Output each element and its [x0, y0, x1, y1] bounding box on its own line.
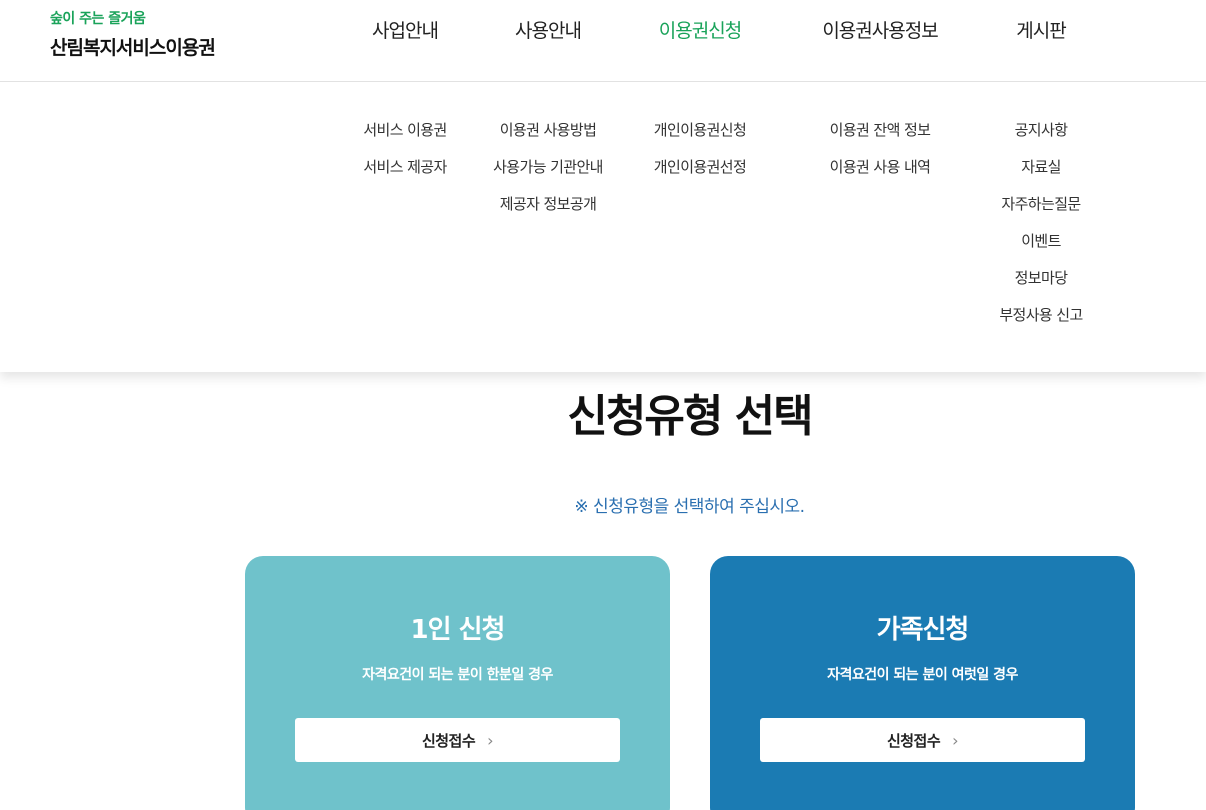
chevron-right-icon: › — [487, 730, 494, 750]
submenu-voucher-usage-info: 이용권 잔액 정보 이용권 사용 내역 — [830, 119, 931, 193]
submenu-item[interactable]: 사용가능 기관안내 — [493, 156, 603, 193]
page-notice: ※ 신청유형을 선택하여 주십시오. — [574, 497, 805, 517]
nav-business-info[interactable]: 사업안내 — [372, 16, 439, 43]
submenu-item[interactable]: 서비스 제공자 — [363, 156, 447, 193]
button-label: 신청접수 — [886, 731, 941, 750]
site-header: 숲이 주는 즐거움 산림복지서비스이용권 사업안내 사용안내 이용권신청 이용권… — [0, 0, 1206, 82]
nav-voucher-usage-info[interactable]: 이용권사용정보 — [822, 16, 938, 43]
family-apply-button[interactable]: 신청접수 › — [760, 718, 1085, 762]
submenu-item[interactable]: 이벤트 — [999, 230, 1082, 267]
submenu-voucher-apply: 개인이용권신청 개인이용권선정 — [654, 119, 747, 193]
submenu-item[interactable]: 자주하는질문 — [999, 193, 1082, 230]
submenu-item[interactable]: 부정사용 신고 — [999, 304, 1083, 341]
nav-board[interactable]: 게시판 — [1016, 16, 1066, 43]
card-family-apply: 가족신청 자격요건이 되는 분이 여럿일 경우 신청접수 › — [710, 556, 1135, 810]
page-title: 신청유형 선택 — [567, 391, 813, 442]
submenu-usage-guide: 이용권 사용방법 사용가능 기관안내 제공자 정보공개 — [493, 119, 603, 230]
button-label: 신청접수 — [421, 731, 476, 750]
main-nav: 사업안내 사용안내 이용권신청 이용권사용정보 게시판 — [0, 16, 1206, 46]
single-apply-button[interactable]: 신청접수 › — [295, 718, 620, 762]
submenu-item[interactable]: 정보마당 — [999, 267, 1082, 304]
submenu-item[interactable]: 이용권 사용방법 — [493, 119, 603, 156]
card-description: 자격요건이 되는 분이 여럿일 경우 — [827, 667, 1018, 683]
nav-voucher-apply[interactable]: 이용권신청 — [659, 16, 742, 43]
submenu-item[interactable]: 자료실 — [999, 156, 1082, 193]
submenu-item[interactable]: 서비스 이용권 — [363, 119, 447, 156]
mega-menu: 서비스 이용권 서비스 제공자 이용권 사용방법 사용가능 기관안내 제공자 정… — [0, 82, 1206, 372]
card-title: 1인 신청 — [410, 615, 506, 645]
submenu-item[interactable]: 공지사항 — [999, 119, 1082, 156]
submenu-item[interactable]: 개인이용권신청 — [654, 119, 747, 156]
card-single-apply: 1인 신청 자격요건이 되는 분이 한분일 경우 신청접수 › — [245, 556, 670, 810]
card-description: 자격요건이 되는 분이 한분일 경우 — [362, 667, 553, 683]
submenu-item[interactable]: 이용권 사용 내역 — [830, 156, 931, 193]
chevron-right-icon: › — [952, 730, 959, 750]
submenu-item[interactable]: 개인이용권선정 — [654, 156, 747, 193]
submenu-item[interactable]: 제공자 정보공개 — [493, 193, 603, 230]
submenu-item[interactable]: 이용권 잔액 정보 — [830, 119, 931, 156]
submenu-business-info: 서비스 이용권 서비스 제공자 — [363, 119, 447, 193]
submenu-board: 공지사항 자료실 자주하는질문 이벤트 정보마당 부정사용 신고 — [999, 119, 1083, 341]
card-title: 가족신청 — [876, 615, 970, 645]
nav-usage-guide[interactable]: 사용안내 — [515, 16, 582, 43]
